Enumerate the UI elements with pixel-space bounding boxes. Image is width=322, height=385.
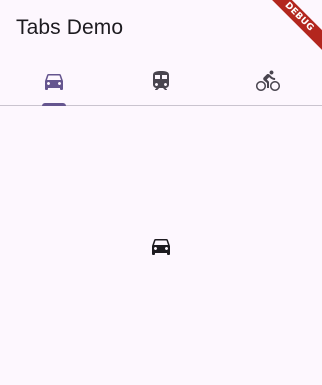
car-icon [149, 234, 173, 258]
tab-transit[interactable] [107, 57, 214, 105]
tab-content [0, 106, 322, 385]
tab-bike[interactable] [214, 57, 322, 105]
app-bar: Tabs Demo [0, 0, 322, 56]
bike-icon [256, 69, 280, 93]
tab-bar [0, 57, 322, 106]
tab-car[interactable] [0, 57, 107, 106]
train-icon [149, 69, 173, 93]
car-icon [42, 69, 66, 93]
page-title: Tabs Demo [16, 16, 124, 39]
